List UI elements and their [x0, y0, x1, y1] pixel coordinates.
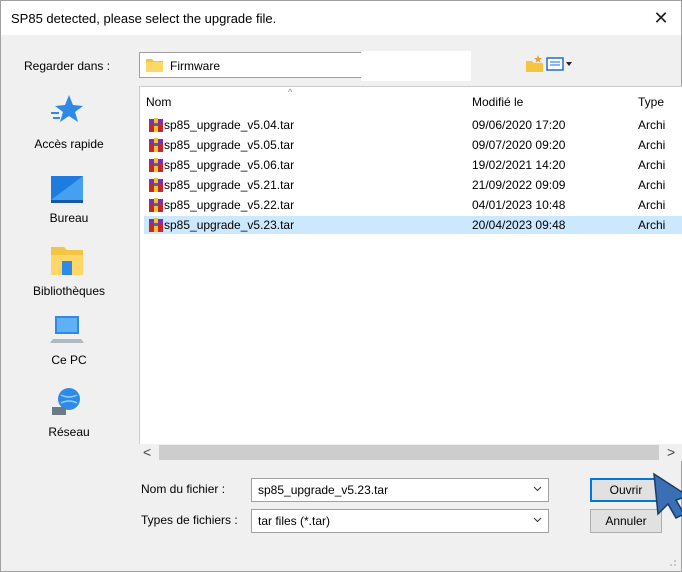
place-label: Accès rapide	[34, 137, 104, 151]
resize-grip-icon[interactable]	[669, 559, 677, 567]
computer-icon	[50, 316, 84, 343]
scroll-right-icon[interactable]: >	[667, 444, 675, 460]
file-modified: 09/06/2020 17:20	[472, 118, 566, 132]
new-folder-icon[interactable]	[525, 54, 545, 74]
libraries-icon	[51, 247, 83, 275]
file-modified: 04/01/2023 10:48	[472, 198, 566, 212]
scroll-left-icon[interactable]: <	[143, 444, 151, 460]
filename-input[interactable]: sp85_upgrade_v5.23.tar	[251, 478, 549, 502]
filetype-label: Types de fichiers :	[141, 513, 238, 527]
file-modified: 19/02/2021 14:20	[472, 158, 566, 172]
archive-file-icon	[149, 158, 163, 172]
archive-file-icon	[149, 218, 163, 232]
place-label: Bureau	[49, 211, 89, 225]
sort-ascending-icon: ^	[288, 87, 293, 97]
lookin-label: Regarder dans :	[24, 59, 111, 73]
file-row[interactable]: sp85_upgrade_v5.22.tar 04/01/2023 10:48 Ar…	[144, 196, 682, 214]
network-icon	[52, 388, 80, 415]
file-type: Archi	[638, 158, 666, 172]
archive-file-icon	[149, 198, 163, 212]
archive-file-icon	[149, 118, 163, 132]
scrollbar-thumb[interactable]	[159, 445, 659, 460]
current-folder: Firmware	[170, 59, 220, 73]
file-name: sp85_upgrade_v5.04.tar	[164, 118, 295, 132]
toolbar-mask	[361, 51, 471, 81]
column-header-modified[interactable]: Modifié le	[472, 95, 523, 109]
file-modified: 21/09/2022 09:09	[472, 178, 566, 192]
desktop-icon	[51, 176, 83, 203]
chevron-down-icon[interactable]	[533, 484, 542, 493]
file-row[interactable]: sp85_upgrade_v5.21.tar 21/09/2022 09:09 Ar…	[144, 176, 682, 194]
place-label: Ce PC	[51, 353, 87, 367]
filename-value: sp85_upgrade_v5.23.tar	[258, 483, 389, 497]
pointer-arrow-icon	[653, 472, 682, 519]
file-row[interactable]: sp85_upgrade_v5.23.tar 20/04/2023 09:48 Ar…	[144, 216, 682, 234]
dialog-title: SP85 detected, please select the upgrade…	[11, 11, 277, 26]
column-header-name[interactable]: Nom	[146, 95, 171, 109]
file-modified: 20/04/2023 09:48	[472, 218, 566, 232]
place-label: Réseau	[48, 425, 90, 439]
quick-access-star-icon	[51, 95, 83, 122]
chevron-down-icon[interactable]	[533, 515, 542, 524]
filetype-value: tar files (*.tar)	[258, 514, 331, 528]
archive-file-icon	[149, 178, 163, 192]
file-name: sp85_upgrade_v5.06.tar	[164, 158, 295, 172]
horizontal-scrollbar[interactable]: < >	[139, 444, 682, 461]
file-name: sp85_upgrade_v5.23.tar	[164, 218, 295, 232]
file-type: Archi	[638, 218, 666, 232]
file-type: Archi	[638, 138, 666, 152]
file-row[interactable]: sp85_upgrade_v5.06.tar 19/02/2021 14:20 Ar…	[144, 156, 682, 174]
file-type: Archi	[638, 118, 666, 132]
folder-icon	[146, 59, 163, 72]
file-row[interactable]: sp85_upgrade_v5.05.tar 09/07/2020 09:20 Ar…	[144, 136, 682, 154]
file-modified: 09/07/2020 09:20	[472, 138, 566, 152]
column-header-type[interactable]: Type	[638, 95, 664, 109]
file-name: sp85_upgrade_v5.05.tar	[164, 138, 295, 152]
filename-label: Nom du fichier :	[141, 482, 226, 496]
close-icon[interactable]: ✕	[641, 1, 681, 35]
file-list[interactable]: ^ Nom Modifié le Type sp85_upgrade_v5.04…	[139, 86, 682, 461]
file-row[interactable]: sp85_upgrade_v5.04.tar 09/06/2020 17:20 Ar…	[144, 116, 682, 134]
file-open-dialog: SP85 detected, please select the upgrade…	[0, 0, 682, 572]
file-type: Archi	[638, 198, 666, 212]
file-name: sp85_upgrade_v5.21.tar	[164, 178, 295, 192]
file-name: sp85_upgrade_v5.22.tar	[164, 198, 295, 212]
places-bar: Accès rapide Bureau Bibliothèques Ce PC …	[19, 89, 129, 479]
view-menu-icon[interactable]	[546, 54, 574, 74]
title-bar: SP85 detected, please select the upgrade…	[1, 1, 681, 35]
archive-file-icon	[149, 138, 163, 152]
filetype-select[interactable]: tar files (*.tar)	[251, 509, 549, 533]
file-type: Archi	[638, 178, 666, 192]
place-label: Bibliothèques	[32, 284, 106, 298]
